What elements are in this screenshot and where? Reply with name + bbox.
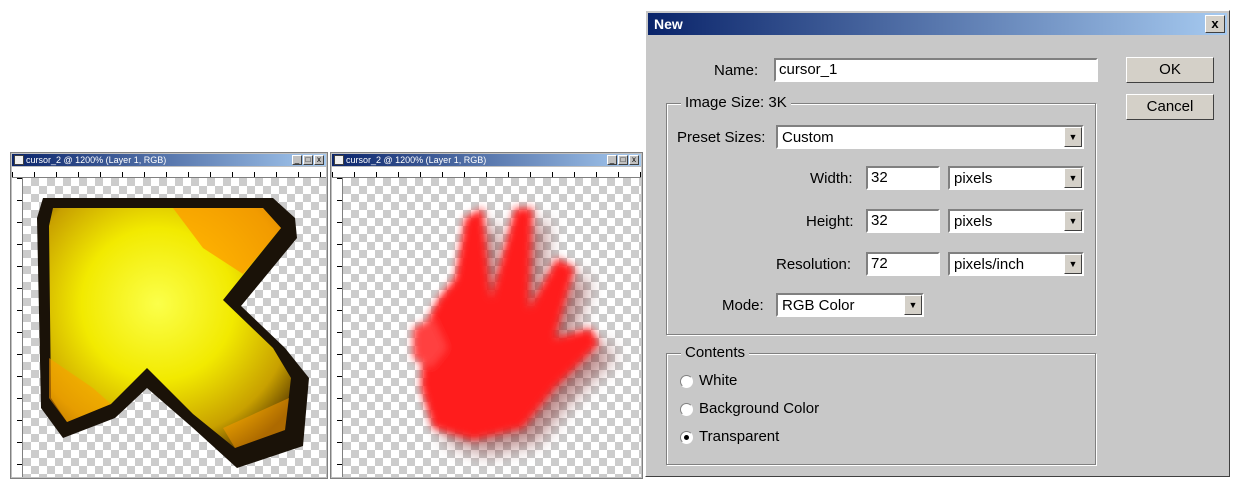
height-label: Height:: [806, 213, 854, 230]
width-field[interactable]: 32: [866, 166, 940, 190]
radio-selected-dot: [684, 435, 689, 440]
preset-sizes-label: Preset Sizes:: [677, 129, 766, 146]
image-size-label: Image Size: 3K: [681, 94, 791, 111]
document-title-bar[interactable]: cursor_2 @ 1200% (Layer 1, RGB) _ □ x: [332, 154, 641, 166]
name-field[interactable]: cursor_1: [774, 58, 1098, 82]
resolution-field[interactable]: 72: [866, 252, 940, 276]
background-color-radio[interactable]: [680, 403, 693, 416]
transparent-radio-label[interactable]: Transparent: [699, 428, 779, 445]
document-window-hand: cursor_2 @ 1200% (Layer 1, RGB) _ □ x: [330, 152, 643, 479]
maximize-icon[interactable]: □: [618, 155, 628, 165]
document-window-arrow: cursor_2 @ 1200% (Layer 1, RGB) _ □ x: [10, 152, 328, 479]
mode-label: Mode:: [722, 297, 764, 314]
hand-cursor-artwork: [413, 208, 613, 454]
height-unit-value: pixels: [954, 213, 993, 230]
height-field[interactable]: 32: [866, 209, 940, 233]
maximize-icon[interactable]: □: [303, 155, 313, 165]
close-icon[interactable]: x: [629, 155, 639, 165]
ok-button[interactable]: OK: [1126, 57, 1214, 83]
chevron-down-icon[interactable]: ▼: [1064, 127, 1082, 147]
resolution-unit-select[interactable]: pixels/inch ▼: [948, 252, 1084, 276]
chevron-down-icon[interactable]: ▼: [904, 295, 922, 315]
document-app-icon: [14, 155, 24, 165]
white-radio-label[interactable]: White: [699, 372, 737, 389]
horizontal-ruler: [332, 167, 641, 178]
horizontal-ruler: [12, 167, 326, 178]
white-radio[interactable]: [680, 375, 693, 388]
width-label: Width:: [810, 170, 853, 187]
dialog-title-bar[interactable]: New x: [648, 13, 1227, 35]
new-document-dialog: New x Name: cursor_1 OK Cancel Image Siz…: [645, 10, 1230, 477]
document-title-bar[interactable]: cursor_2 @ 1200% (Layer 1, RGB) _ □ x: [12, 154, 326, 166]
minimize-icon[interactable]: _: [607, 155, 617, 165]
preset-sizes-select[interactable]: Custom ▼: [776, 125, 1084, 149]
document-title: cursor_2 @ 1200% (Layer 1, RGB): [346, 155, 487, 165]
document-canvas[interactable]: [343, 178, 641, 477]
minimize-icon[interactable]: _: [292, 155, 302, 165]
cancel-button[interactable]: Cancel: [1126, 94, 1214, 120]
background-color-radio-label[interactable]: Background Color: [699, 400, 819, 417]
chevron-down-icon[interactable]: ▼: [1064, 254, 1082, 274]
resolution-label: Resolution:: [776, 256, 852, 273]
mode-value: RGB Color: [782, 297, 855, 314]
close-icon[interactable]: x: [1205, 15, 1225, 33]
chevron-down-icon[interactable]: ▼: [1064, 168, 1082, 188]
document-canvas[interactable]: [23, 178, 326, 477]
width-unit-value: pixels: [954, 170, 993, 187]
resolution-unit-value: pixels/inch: [954, 256, 1025, 273]
chevron-down-icon[interactable]: ▼: [1064, 211, 1082, 231]
mode-select[interactable]: RGB Color ▼: [776, 293, 924, 317]
document-title: cursor_2 @ 1200% (Layer 1, RGB): [26, 155, 167, 165]
close-icon[interactable]: x: [314, 155, 324, 165]
contents-label: Contents: [681, 344, 750, 361]
arrow-cursor-artwork: [37, 198, 309, 468]
vertical-ruler: [332, 178, 343, 477]
preset-sizes-value: Custom: [782, 129, 834, 146]
width-unit-select[interactable]: pixels ▼: [948, 166, 1084, 190]
vertical-ruler: [12, 178, 23, 477]
name-label: Name:: [714, 62, 759, 79]
height-unit-select[interactable]: pixels ▼: [948, 209, 1084, 233]
document-app-icon: [334, 155, 344, 165]
transparent-radio[interactable]: [680, 431, 693, 444]
dialog-title: New: [654, 16, 683, 32]
